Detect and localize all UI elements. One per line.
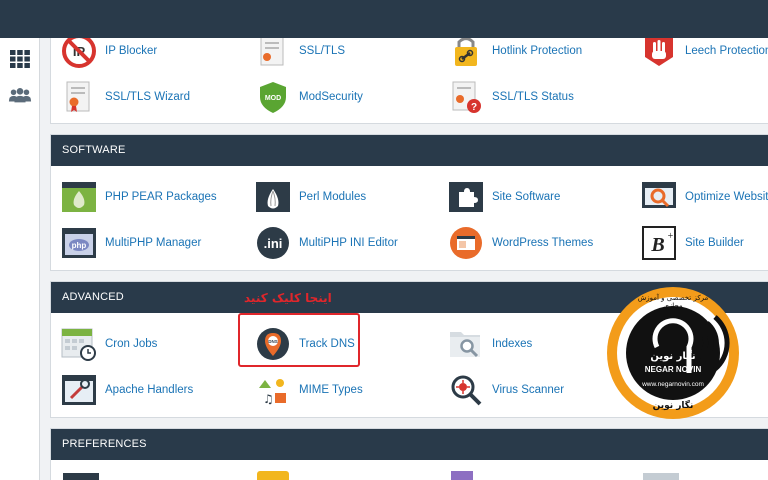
security-panel: IP IP Blocker SSL/TLS Hotlink Protection… [50, 38, 768, 124]
modsecurity-link[interactable]: MOD ModSecurity [255, 79, 363, 115]
indexes-link[interactable]: Indexes [448, 326, 532, 362]
item-label: Site Software [492, 191, 561, 203]
ip-blocker-link[interactable]: IP IP Blocker [61, 38, 157, 69]
wordpress-icon [448, 225, 484, 261]
mime-types-icon: ♫ [255, 372, 291, 408]
svg-text:B: B [650, 234, 664, 256]
item-label: Hotlink Protection [492, 45, 583, 57]
preference-icon [451, 471, 473, 480]
item-label: Virus Scanner [492, 384, 565, 396]
negar-novin-watermark: نگار نوین NEGAR NOVIN www.negarnovin.com… [605, 285, 741, 421]
hotlink-protection-link[interactable]: Hotlink Protection [448, 38, 582, 69]
item-label: MultiPHP Manager [105, 237, 202, 249]
cron-jobs-link[interactable]: Cron Jobs [61, 326, 157, 362]
calendar-clock-icon [61, 326, 97, 362]
apache-handler-icon [61, 372, 97, 408]
preference-icon [643, 473, 679, 480]
item-label: WordPress Themes [492, 237, 594, 249]
site-software-link[interactable]: Site Software [448, 179, 560, 215]
svg-text:MOD: MOD [265, 95, 281, 102]
watermark-url: www.negarnovin.com [642, 381, 704, 388]
svg-text:?: ? [471, 102, 477, 113]
watermark-name-en: NEGAR NOVIN [644, 365, 702, 374]
site-builder-icon: B + [641, 225, 677, 261]
item-label: Leech Protection [685, 45, 768, 57]
multiphp-ini-editor-link[interactable]: .ini MultiPHP INI Editor [255, 225, 398, 261]
item-label: SSL/TLS Wizard [105, 91, 190, 103]
item-label: PHP PEAR Packages [105, 191, 217, 203]
apache-handlers-link[interactable]: Apache Handlers [61, 372, 193, 408]
preferences-panel: PREFERENCES [50, 428, 768, 480]
mime-types-link[interactable]: ♫ MIME Types [255, 372, 363, 408]
ssl-tls-status-link[interactable]: ? SSL/TLS Status [448, 79, 574, 115]
preferences-header[interactable]: PREFERENCES [51, 429, 768, 460]
php-pear-packages-link[interactable]: PHP PEAR Packages [61, 179, 217, 215]
optimize-icon [641, 179, 677, 215]
leech-protection-link[interactable]: Leech Protection [641, 38, 768, 69]
item-label: SSL/TLS Status [492, 91, 574, 103]
preference-icon [257, 471, 289, 480]
virus-scanner-icon [448, 372, 484, 408]
click-here-annotation: اینجا کلیک کنید [244, 291, 332, 305]
pear-icon [61, 179, 97, 215]
optimize-website-link[interactable]: Optimize Website [641, 179, 768, 215]
wordpress-themes-link[interactable]: WordPress Themes [448, 225, 593, 261]
ssl-tls-wizard-link[interactable]: SSL/TLS Wizard [61, 79, 190, 115]
software-header[interactable]: SOFTWARE [51, 135, 768, 166]
item-label: IP Blocker [105, 45, 158, 57]
item-label: ModSecurity [299, 91, 363, 103]
virus-scanner-link[interactable]: Virus Scanner [448, 372, 564, 408]
top-bar [0, 0, 768, 38]
sidebar [0, 38, 40, 480]
perl-modules-link[interactable]: Perl Modules [255, 179, 366, 215]
main-content: IP IP Blocker SSL/TLS Hotlink Protection… [48, 38, 768, 480]
folder-search-icon [448, 326, 484, 362]
ip-blocker-icon: IP [61, 38, 97, 69]
watermark-name-fa: نگار نوین [650, 351, 696, 362]
php-elephant-icon: php [61, 225, 97, 261]
site-builder-link[interactable]: B + Site Builder [641, 225, 744, 261]
multiphp-manager-link[interactable]: php MultiPHP Manager [61, 225, 201, 261]
certificate-wizard-icon [61, 79, 97, 115]
svg-text:+: + [667, 231, 674, 242]
item-label: Perl Modules [299, 191, 367, 203]
svg-text:♫: ♫ [263, 392, 274, 406]
hand-stop-icon [641, 38, 677, 69]
grid-icon[interactable] [8, 48, 32, 70]
svg-text:.ini: .ini [264, 236, 283, 251]
item-label: SSL/TLS [299, 45, 346, 57]
shield-icon: MOD [255, 79, 291, 115]
users-icon[interactable] [8, 84, 32, 106]
certificate-icon [255, 38, 291, 69]
watermark-tagline: مرکز تخصصی و آموزش مجازی [637, 294, 709, 310]
item-label: MultiPHP INI Editor [299, 237, 398, 249]
software-panel: SOFTWARE PHP PEAR Packages Perl Modules … [50, 134, 768, 271]
preference-icon [63, 473, 99, 480]
item-label: MIME Types [299, 384, 363, 396]
item-label: Site Builder [685, 237, 744, 249]
watermark-footer: نگار نوین [652, 401, 694, 411]
track-dns-highlight [238, 313, 360, 367]
svg-text:php: php [72, 241, 87, 250]
item-label: Cron Jobs [105, 338, 158, 350]
item-label: Optimize Website [685, 191, 768, 203]
ini-icon: .ini [255, 225, 291, 261]
padlock-link-icon [448, 38, 484, 69]
onion-icon [255, 179, 291, 215]
item-label: Indexes [492, 338, 533, 350]
item-label: Apache Handlers [105, 384, 194, 396]
puzzle-icon [448, 179, 484, 215]
ssl-tls-link[interactable]: SSL/TLS [255, 38, 345, 69]
certificate-status-icon: ? [448, 79, 484, 115]
